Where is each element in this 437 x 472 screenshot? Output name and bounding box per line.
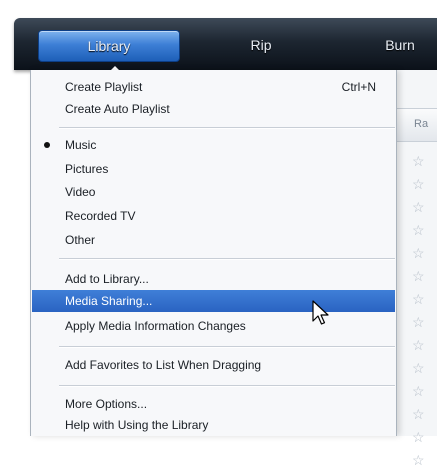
star-outline-icon[interactable]: ☆	[412, 219, 437, 242]
menu-item-label: Pictures	[65, 162, 109, 176]
menu-item-other[interactable]: Other	[32, 229, 395, 251]
star-outline-icon[interactable]: ☆	[412, 311, 437, 334]
rating-column: ☆ ☆ ☆ ☆ ☆ ☆ ☆ ☆ ☆ ☆ ☆ ☆ ☆ ☆	[412, 150, 437, 472]
menu-separator	[59, 127, 395, 129]
menu-item-label: Help with Using the Library	[65, 418, 209, 432]
menu-item-recorded-tv[interactable]: Recorded TV	[32, 205, 395, 227]
menu-item-apply-media-information-changes[interactable]: Apply Media Information Changes	[32, 315, 395, 337]
menu-separator	[59, 258, 395, 260]
column-header-label: Ra	[414, 118, 429, 130]
menu-item-label: Apply Media Information Changes	[65, 319, 246, 333]
menu-item-music[interactable]: Music	[32, 134, 395, 156]
tab-rip[interactable]: Rip	[236, 30, 286, 60]
menu-item-label: Create Playlist	[65, 80, 143, 94]
star-outline-icon[interactable]: ☆	[412, 357, 437, 380]
star-outline-icon[interactable]: ☆	[412, 242, 437, 265]
star-outline-icon[interactable]: ☆	[412, 150, 437, 173]
star-outline-icon[interactable]: ☆	[412, 334, 437, 357]
star-outline-icon[interactable]: ☆	[412, 449, 437, 472]
menu-item-create-playlist[interactable]: Create Playlist Ctrl+N	[32, 76, 395, 98]
star-outline-icon[interactable]: ☆	[412, 196, 437, 219]
menu-item-label: Video	[65, 185, 96, 199]
rating-column-header[interactable]: Ra	[396, 108, 437, 142]
menu-item-label: More Options...	[65, 397, 148, 411]
menu-item-label: Recorded TV	[65, 209, 136, 223]
menu-separator	[59, 385, 395, 387]
tab-burn[interactable]: Burn	[370, 30, 430, 60]
star-outline-icon[interactable]: ☆	[412, 403, 437, 426]
menu-item-add-favorites-when-dragging[interactable]: Add Favorites to List When Dragging	[32, 354, 395, 376]
menu-item-label: Media Sharing...	[65, 294, 153, 308]
menu-item-label: Add to Library...	[65, 272, 149, 286]
menu-item-pictures[interactable]: Pictures	[32, 158, 395, 180]
menu-separator	[59, 346, 395, 348]
menu-item-media-sharing[interactable]: Media Sharing...	[32, 290, 395, 312]
star-outline-icon[interactable]: ☆	[412, 426, 437, 449]
menu-item-label: Create Auto Playlist	[65, 102, 170, 116]
library-list-panel: Ra ☆ ☆ ☆ ☆ ☆ ☆ ☆ ☆ ☆ ☆ ☆ ☆ ☆ ☆	[395, 70, 437, 468]
star-outline-icon[interactable]: ☆	[412, 173, 437, 196]
player-toolbar: Library Rip Burn	[14, 18, 437, 71]
menu-item-label: Music	[65, 138, 97, 152]
menu-item-help-library[interactable]: Help with Using the Library	[32, 414, 395, 436]
menu-item-label: Other	[65, 233, 96, 247]
menu-item-add-to-library[interactable]: Add to Library...	[32, 268, 395, 290]
menu-item-more-options[interactable]: More Options...	[32, 393, 395, 415]
star-outline-icon[interactable]: ☆	[412, 380, 437, 403]
star-outline-icon[interactable]: ☆	[412, 288, 437, 311]
radio-selected-icon	[44, 142, 50, 148]
menu-item-video[interactable]: Video	[32, 181, 395, 203]
mouse-pointer-icon	[312, 300, 329, 325]
menu-item-create-auto-playlist[interactable]: Create Auto Playlist	[32, 98, 395, 120]
library-dropdown-menu: Create Playlist Ctrl+N Create Auto Playl…	[30, 70, 397, 436]
keyboard-shortcut: Ctrl+N	[341, 80, 376, 94]
star-outline-icon[interactable]: ☆	[412, 265, 437, 288]
menu-item-label: Add Favorites to List When Dragging	[65, 358, 262, 372]
tab-library[interactable]: Library	[38, 30, 180, 62]
